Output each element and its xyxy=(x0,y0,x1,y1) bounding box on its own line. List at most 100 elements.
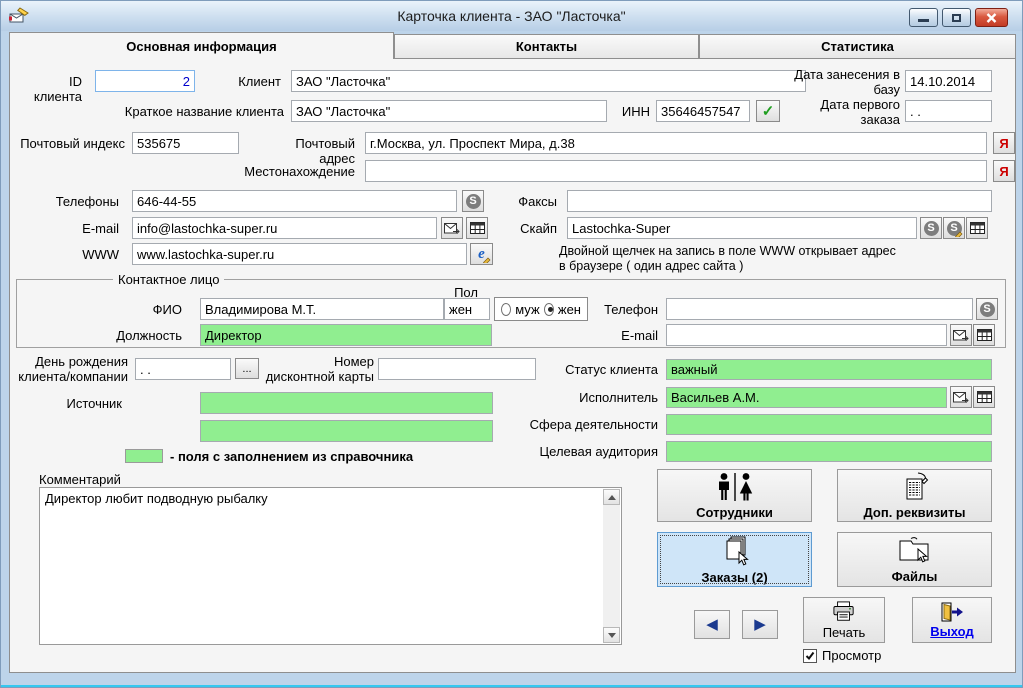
skype-call-button[interactable]: S xyxy=(920,217,942,239)
email-field[interactable] xyxy=(132,217,437,239)
extra-details-button[interactable]: Доп. реквизиты xyxy=(837,469,992,522)
sphere-label: Сфера деятельности xyxy=(510,417,658,432)
ya-icon: Я xyxy=(999,164,1008,179)
print-button[interactable]: Печать xyxy=(803,597,885,643)
source-field-2[interactable] xyxy=(200,420,493,442)
files-button[interactable]: Файлы xyxy=(837,532,992,587)
email-send-button[interactable] xyxy=(441,217,463,239)
manager-field[interactable] xyxy=(666,387,947,408)
short-name-field[interactable] xyxy=(291,100,607,122)
contact-email-list-button[interactable] xyxy=(973,324,995,346)
manager-send-button[interactable] xyxy=(950,386,972,408)
id-label: ID клиента xyxy=(18,74,82,104)
phones-field[interactable] xyxy=(132,190,457,212)
titlebar[interactable]: Карточка клиента - ЗАО "Ласточка" xyxy=(1,1,1022,31)
audience-label: Целевая аудитория xyxy=(510,444,658,459)
mail-icon xyxy=(953,391,969,404)
discount-card-label: Номер дисконтной карты xyxy=(262,354,374,384)
pen-icon xyxy=(955,229,963,237)
minimize-button[interactable] xyxy=(909,8,938,27)
manager-list-button[interactable] xyxy=(973,386,995,408)
www-field[interactable] xyxy=(132,243,467,265)
skype-list-button[interactable] xyxy=(966,217,988,239)
scroll-down-button[interactable] xyxy=(603,627,620,643)
next-record-button[interactable]: ▶ xyxy=(742,610,778,639)
check-icon: ✓ xyxy=(762,104,775,119)
open-browser-button[interactable]: e xyxy=(470,243,493,265)
fio-field[interactable] xyxy=(200,298,444,320)
first-order-field[interactable] xyxy=(905,100,992,122)
www-label: WWW xyxy=(55,247,119,262)
address-field[interactable] xyxy=(365,132,987,154)
contact-email-label: E-mail xyxy=(596,328,658,343)
first-order-label: Дата первого заказа xyxy=(790,97,900,127)
fio-label: ФИО xyxy=(70,302,182,317)
radio-male[interactable] xyxy=(501,303,511,316)
faxes-field[interactable] xyxy=(567,190,992,212)
source-field-1[interactable] xyxy=(200,392,493,414)
gender-field[interactable] xyxy=(444,298,490,320)
contact-phone-field[interactable] xyxy=(666,298,973,320)
inn-field[interactable] xyxy=(656,100,750,122)
maximize-button[interactable] xyxy=(942,8,971,27)
address-yandex-button[interactable]: Я xyxy=(993,132,1015,154)
email-list-button[interactable] xyxy=(466,217,488,239)
preview-checkbox[interactable] xyxy=(803,649,817,663)
radio-female[interactable] xyxy=(544,303,554,316)
date-added-field[interactable] xyxy=(905,70,992,92)
location-yandex-button[interactable]: Я xyxy=(993,160,1015,182)
client-label: Клиент xyxy=(181,74,281,89)
skype-chat-button[interactable]: S xyxy=(943,217,965,239)
files-label: Файлы xyxy=(892,569,938,584)
comment-box[interactable]: Директор любит подводную рыбалку xyxy=(39,487,622,645)
location-field[interactable] xyxy=(365,160,987,182)
birthday-field[interactable] xyxy=(135,358,231,380)
tab-statistics[interactable]: Статистика xyxy=(699,34,1016,58)
phones-skype-button[interactable]: S xyxy=(462,190,484,212)
table-icon xyxy=(977,329,992,341)
contact-email-send-button[interactable] xyxy=(950,324,972,346)
www-hint-line1: Двойной щелчек на запись в поле WWW откр… xyxy=(559,244,896,259)
tab-page-main: ID клиента Клиент Дата занесения в базу … xyxy=(9,58,1016,673)
extra-details-label: Доп. реквизиты xyxy=(863,505,965,520)
orders-button[interactable]: Заказы (2) xyxy=(657,532,812,587)
tab-main-info[interactable]: Основная информация xyxy=(9,32,394,59)
skype-field[interactable] xyxy=(567,217,917,239)
client-card-window: Карточка клиента - ЗАО "Ласточка" Основн… xyxy=(0,0,1023,688)
close-button[interactable] xyxy=(975,8,1008,27)
audience-field[interactable] xyxy=(666,441,992,462)
table-icon xyxy=(977,391,992,403)
reference-legend: - поля с заполнением из справочника xyxy=(170,449,413,464)
scroll-up-button[interactable] xyxy=(603,489,620,505)
sphere-field[interactable] xyxy=(666,414,992,435)
skype-icon: S xyxy=(924,221,939,236)
date-added-label: Дата занесения в базу xyxy=(790,67,900,97)
address-label: Почтовый адрес xyxy=(259,136,355,166)
contact-phone-skype-button[interactable]: S xyxy=(976,298,998,320)
position-label: Должность xyxy=(70,328,182,343)
employees-label: Сотрудники xyxy=(696,505,773,520)
id-field[interactable] xyxy=(95,70,195,92)
contact-phone-label: Телефон xyxy=(596,302,658,317)
client-field[interactable] xyxy=(291,70,806,92)
location-label: Местонахождение xyxy=(235,164,355,179)
tab-contacts[interactable]: Контакты xyxy=(394,34,699,58)
mail-icon xyxy=(444,222,460,235)
window-title: Карточка клиента - ЗАО "Ласточка" xyxy=(1,8,1022,24)
birthday-more-button[interactable]: ... xyxy=(235,358,259,379)
postcode-label: Почтовый индекс xyxy=(12,136,125,151)
folder-icon xyxy=(897,536,933,566)
window-bottom-edge xyxy=(1,685,1022,687)
employees-button[interactable]: Сотрудники xyxy=(657,469,812,522)
radio-male-label: муж xyxy=(515,302,539,317)
status-field[interactable] xyxy=(666,359,992,380)
exit-button[interactable]: Выход xyxy=(912,597,992,643)
postcode-field[interactable] xyxy=(132,132,239,154)
comment-scrollbar[interactable] xyxy=(603,489,620,643)
table-icon xyxy=(970,222,985,234)
position-field[interactable] xyxy=(200,324,492,346)
ya-icon: Я xyxy=(999,136,1008,151)
prev-record-button[interactable]: ◀ xyxy=(694,610,730,639)
inn-check-button[interactable]: ✓ xyxy=(756,100,780,122)
contact-email-field[interactable] xyxy=(666,324,947,346)
